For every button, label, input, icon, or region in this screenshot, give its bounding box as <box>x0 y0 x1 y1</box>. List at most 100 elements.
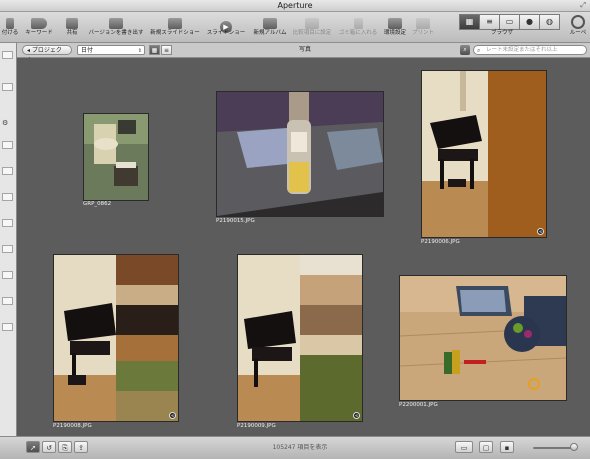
browser-label-wrap: ブラウザ <box>482 29 522 39</box>
stamp-button[interactable]: ⎘ <box>58 441 72 453</box>
cut-icon <box>6 18 14 29</box>
inspector-row[interactable] <box>2 271 13 279</box>
browser-label: ブラウザ <box>490 30 513 36</box>
fullscreen-icon[interactable]: ⤢ <box>580 1 586 10</box>
arrow-cursor-icon: ➚ <box>30 444 36 452</box>
print-label: プリント <box>411 30 434 36</box>
photo-image <box>84 114 148 200</box>
share-button[interactable]: 共有 <box>62 14 82 41</box>
inspector-row[interactable] <box>2 167 13 175</box>
title-bar: Aperture ⤢ <box>0 0 590 12</box>
trash-label: ゴミ箱に入れる <box>338 30 378 36</box>
photo-caption: P2190008.JPG <box>53 423 92 429</box>
item-count: 105247 項目を表示 <box>272 444 328 451</box>
photo-thumbnail[interactable] <box>83 113 149 201</box>
inspector-row[interactable] <box>2 297 13 305</box>
photo-caption: P2200001.JPG <box>399 402 438 408</box>
compare-icon <box>305 18 319 29</box>
photo-image <box>238 255 362 421</box>
album-icon <box>263 18 277 29</box>
filter-bar: ◂ プロジェクト 日付 ⇕ ▦ ≡ 写真 ⌕ ⌕ レート未設定またはそれ以上 <box>0 43 590 64</box>
photo-thumbnail[interactable] <box>216 91 384 217</box>
thumbnail-small-icon: ▪ <box>504 444 510 452</box>
slideshow-button[interactable]: ▶ スライドショー <box>204 14 248 41</box>
thumbnail-size-slider[interactable] <box>533 447 573 449</box>
cut-button[interactable]: 付ける <box>0 14 20 41</box>
trash-button[interactable]: ゴミ箱に入れる <box>336 14 380 41</box>
keyword-button[interactable]: キーワード <box>22 14 56 41</box>
photo-image <box>422 71 546 237</box>
view-mode-segmented: ▦ ≡ ▭ ● ◍ <box>459 14 560 30</box>
inspector-row[interactable] <box>2 323 13 331</box>
adjustment-badge-icon: ⟲ <box>353 412 360 419</box>
fullscreen-view-button[interactable]: ▢ <box>479 441 493 453</box>
inspector-row[interactable] <box>2 245 13 253</box>
list-view-button[interactable]: ≡ <box>479 14 500 30</box>
faces-button[interactable]: ● <box>519 14 540 30</box>
search-icon: ⌕ <box>477 47 481 54</box>
lift-icon: ⇪ <box>78 444 84 452</box>
compare-button[interactable]: 比較項目に設定 <box>290 14 334 41</box>
grid-toggle-button[interactable]: ▦ <box>149 45 160 55</box>
photo-caption: P2190015.JPG <box>216 218 255 224</box>
write-version-label: バージョンを書き出す <box>88 30 144 36</box>
loupe-icon <box>571 15 585 29</box>
photo-browser: GRP_0862 P2190015.JPG ⟲ P2190006.JPG ⟲ P… <box>17 58 590 436</box>
gear-icon[interactable]: ⚙ <box>2 119 12 127</box>
adjustment-badge-icon: ⟲ <box>169 412 176 419</box>
print-button[interactable]: プリント <box>410 14 436 41</box>
places-button[interactable]: ◍ <box>539 14 560 30</box>
select-tool-button[interactable]: ➚ <box>26 441 40 453</box>
new-slideshow-button[interactable]: 新規スライドショー <box>149 14 201 41</box>
slideshow-doc-icon <box>168 18 182 29</box>
photo-image <box>217 92 383 216</box>
keyword-label: キーワード <box>25 30 53 36</box>
adjustment-badge-icon: ⟲ <box>537 228 544 235</box>
browser-title: 写真 <box>298 46 311 53</box>
photo-image <box>54 255 178 421</box>
sort-value: 日付 <box>81 47 94 54</box>
search-input[interactable]: ⌕ レート未設定またはそれ以上 <box>473 45 587 55</box>
printer-icon <box>416 18 430 29</box>
inspector-row[interactable] <box>2 193 13 201</box>
new-album-button[interactable]: 新規アルバム <box>250 14 290 41</box>
inspector-row[interactable] <box>2 83 13 91</box>
photo-thumbnail[interactable] <box>399 275 567 401</box>
filter-icon[interactable]: ⌕ <box>460 45 470 55</box>
bottom-bar: ➚ ↺ ⎘ ⇪ 105247 項目を表示 ▭ ▢ ▪ <box>0 436 590 459</box>
preferences-icon <box>388 18 402 29</box>
inspector-row[interactable] <box>2 141 13 149</box>
inspector-row[interactable] <box>2 51 13 59</box>
lift-button[interactable]: ⇪ <box>74 441 88 453</box>
loupe-label: ルーペ <box>569 30 587 36</box>
inspector-row[interactable] <box>2 219 13 227</box>
tag-icon <box>31 18 47 29</box>
trash-icon <box>353 18 363 29</box>
prefs-label: 環境設定 <box>383 30 406 36</box>
fullscreen-view-icon: ▢ <box>482 444 490 452</box>
new-album-label: 新規アルバム <box>253 30 287 36</box>
photo-thumbnail[interactable]: ⟲ <box>421 70 547 238</box>
prefs-button[interactable]: 環境設定 <box>382 14 408 41</box>
rotate-left-button[interactable]: ↺ <box>42 441 56 453</box>
thumbnail-size-small-button[interactable]: ▪ <box>500 441 514 453</box>
photo-thumbnail[interactable]: ⟲ <box>53 254 179 422</box>
inspector-panel: ⚙ <box>0 43 17 436</box>
photo-caption: GRP_0862 <box>83 201 112 207</box>
list-toggle-button[interactable]: ≡ <box>161 45 172 55</box>
view-options-button[interactable]: ▭ <box>455 441 473 453</box>
slider-knob[interactable] <box>570 443 578 451</box>
rotate-left-icon: ↺ <box>46 444 52 452</box>
loupe-button[interactable]: ルーペ <box>566 14 590 41</box>
grid-view-button[interactable]: ▦ <box>459 14 480 30</box>
write-version-button[interactable]: バージョンを書き出す <box>85 14 147 41</box>
project-button[interactable]: ◂ プロジェクト <box>22 45 72 64</box>
sort-select[interactable]: 日付 ⇕ <box>77 45 145 55</box>
photo-caption: P2190006.JPG <box>421 239 460 245</box>
share-icon <box>66 18 78 29</box>
viewer-button[interactable]: ▭ <box>499 14 520 30</box>
photo-thumbnail[interactable]: ⟲ <box>237 254 363 422</box>
slideshow-label: スライドショー <box>206 30 246 36</box>
photo-image <box>400 276 566 400</box>
export-icon <box>109 18 123 29</box>
